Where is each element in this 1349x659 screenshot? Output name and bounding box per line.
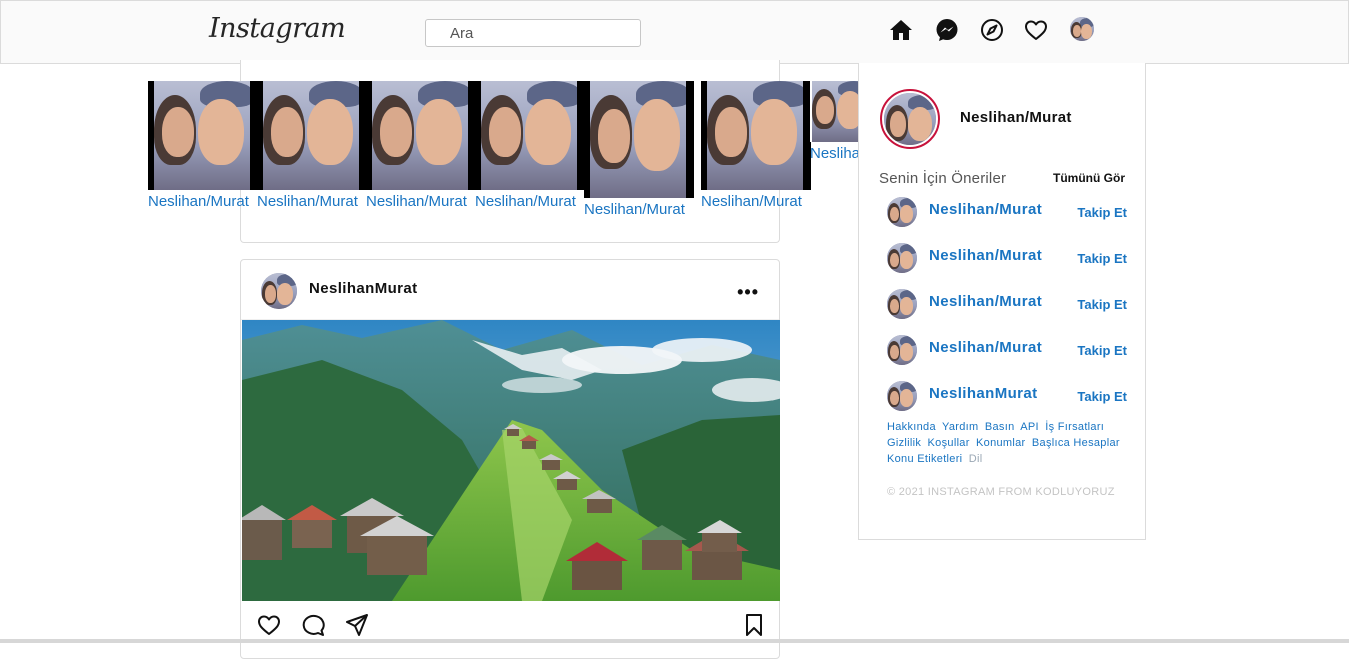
story-picture: [148, 81, 258, 190]
story-item[interactable]: Neslihan/Murat: [366, 81, 476, 210]
story-item[interactable]: Neslihan/Murat: [475, 81, 585, 210]
suggestion-row: NeslihanMurat Takip Et: [887, 381, 1127, 413]
heart-icon[interactable]: [1024, 18, 1048, 42]
footer-link-privacy[interactable]: Gizlilik: [887, 437, 921, 449]
messenger-icon[interactable]: [935, 18, 959, 42]
story-name[interactable]: Neslihan/Murat: [810, 145, 858, 162]
story-picture: [701, 81, 811, 190]
footer-link-about[interactable]: Hakkında: [887, 421, 936, 433]
suggestion-avatar[interactable]: [887, 289, 917, 319]
footer-link-hashtags[interactable]: Konu Etiketleri: [887, 453, 962, 465]
explore-icon[interactable]: [980, 18, 1004, 42]
footer-link-press[interactable]: Basın: [985, 421, 1015, 433]
follow-button[interactable]: Takip Et: [1077, 389, 1127, 404]
post-header: NeslihanMurat •••: [241, 260, 779, 320]
suggestion-avatar[interactable]: [887, 381, 917, 411]
story-name[interactable]: Neslihan/Murat: [257, 193, 367, 210]
follow-button[interactable]: Takip Et: [1077, 251, 1127, 266]
footer-link-jobs[interactable]: İş Fırsatları: [1045, 421, 1104, 433]
footer-link-language[interactable]: Dil: [969, 453, 983, 465]
share-icon[interactable]: [344, 612, 370, 638]
story-item[interactable]: Neslihan/Murat: [584, 81, 694, 218]
story-name[interactable]: Neslihan/Murat: [475, 193, 585, 210]
suggestion-row: Neslihan/Murat Takip Et: [887, 335, 1127, 367]
instagram-logo[interactable]: Instagram: [209, 13, 346, 44]
suggestion-name[interactable]: Neslihan/Murat: [929, 339, 1042, 356]
follow-button[interactable]: Takip Et: [1077, 343, 1127, 358]
story-picture: [366, 81, 476, 190]
home-icon[interactable]: [889, 18, 913, 42]
suggestion-avatar[interactable]: [887, 243, 917, 273]
feed-post: NeslihanMurat •••: [240, 259, 780, 659]
suggestion-avatar[interactable]: [887, 335, 917, 365]
horizontal-scrollbar[interactable]: [0, 639, 1349, 643]
my-profile-name[interactable]: Neslihan/Murat: [960, 109, 1072, 126]
story-name[interactable]: Neslihan/Murat: [148, 193, 258, 210]
suggestion-row: Neslihan/Murat Takip Et: [887, 197, 1127, 229]
post-username[interactable]: NeslihanMurat: [309, 280, 418, 297]
footer-link-top-accounts[interactable]: Başlıca Hesaplar: [1032, 437, 1120, 449]
suggestion-row: Neslihan/Murat Takip Et: [887, 289, 1127, 321]
suggestion-name[interactable]: Neslihan/Murat: [929, 247, 1042, 264]
footer-link-locations[interactable]: Konumlar: [976, 437, 1025, 449]
story-picture: [810, 81, 858, 142]
copyright-text: © 2021 INSTAGRAM FROM KODLUYORUZ: [887, 486, 1115, 498]
story-item[interactable]: Neslihan/Murat: [257, 81, 367, 210]
story-name[interactable]: Neslihan/Murat: [366, 193, 476, 210]
story-picture: [584, 81, 694, 198]
suggestion-row: Neslihan/Murat Takip Et: [887, 243, 1127, 275]
suggestion-name[interactable]: NeslihanMurat: [929, 385, 1038, 402]
follow-button[interactable]: Takip Et: [1077, 205, 1127, 220]
more-options-icon[interactable]: •••: [737, 282, 759, 303]
top-navbar: Instagram: [0, 0, 1349, 64]
search-input[interactable]: [425, 19, 641, 47]
suggestion-name[interactable]: Neslihan/Murat: [929, 201, 1042, 218]
comment-icon[interactable]: [300, 612, 326, 638]
story-item[interactable]: Neslihan/Murat: [810, 81, 858, 162]
story-item[interactable]: Neslihan/Murat: [701, 81, 811, 210]
suggestions-title: Senin İçin Öneriler: [879, 170, 1007, 187]
post-image[interactable]: [242, 320, 780, 601]
profile-avatar[interactable]: [1070, 17, 1094, 41]
footer-links: Hakkında Yardım Basın API İş Fırsatları …: [887, 419, 1127, 467]
suggestions-sidebar: Neslihan/Murat Senin İçin Öneriler Tümün…: [858, 63, 1146, 540]
story-picture: [257, 81, 367, 190]
footer-link-api[interactable]: API: [1020, 421, 1039, 433]
footer-link-help[interactable]: Yardım: [942, 421, 978, 433]
suggestion-name[interactable]: Neslihan/Murat: [929, 293, 1042, 310]
post-actions: [241, 610, 779, 640]
footer-link-terms[interactable]: Koşullar: [928, 437, 970, 449]
story-picture: [475, 81, 585, 190]
see-all-link[interactable]: Tümünü Gör: [1053, 171, 1125, 185]
bookmark-icon[interactable]: [741, 612, 767, 638]
story-name[interactable]: Neslihan/Murat: [701, 193, 811, 210]
story-item[interactable]: Neslihan/Murat: [148, 81, 258, 210]
post-avatar[interactable]: [261, 273, 297, 309]
suggestion-avatar[interactable]: [887, 197, 917, 227]
like-icon[interactable]: [256, 612, 282, 638]
follow-button[interactable]: Takip Et: [1077, 297, 1127, 312]
my-profile-avatar[interactable]: [880, 89, 940, 149]
story-name[interactable]: Neslihan/Murat: [584, 201, 694, 218]
